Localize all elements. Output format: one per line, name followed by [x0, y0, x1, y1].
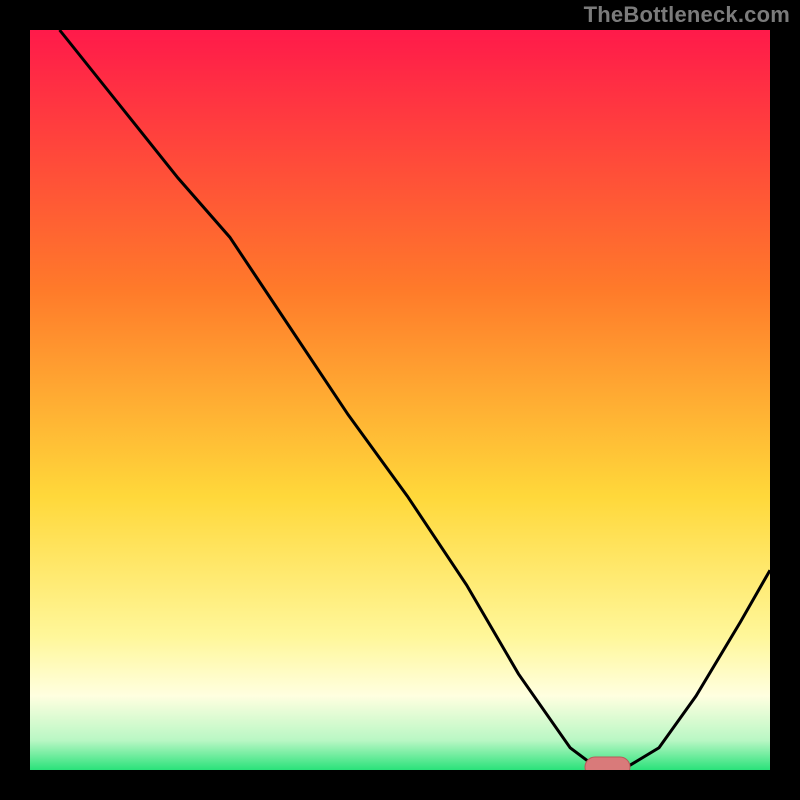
bottleneck-chart [0, 0, 800, 800]
watermark-text: TheBottleneck.com [584, 2, 790, 28]
heat-gradient-bg [30, 30, 770, 770]
chart-container: TheBottleneck.com [0, 0, 800, 800]
